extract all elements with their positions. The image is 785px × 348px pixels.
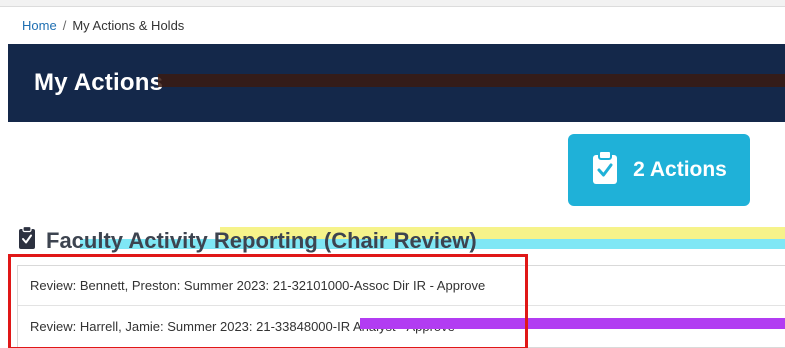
actions-count-label: 2 Actions — [633, 158, 727, 181]
actions-count-card[interactable]: 2 Actions — [568, 134, 750, 206]
page-header: My Actions — [8, 44, 785, 122]
breadcrumb: Home / My Actions & Holds — [22, 18, 184, 33]
breadcrumb-separator: / — [62, 18, 67, 33]
list-item-label: Review: Bennett, Preston: Summer 2023: 2… — [30, 278, 486, 293]
section-title: Faculty Activity Reporting (Chair Review… — [46, 227, 477, 253]
clipboard-check-icon — [591, 149, 619, 191]
list-item[interactable]: Review: Bennett, Preston: Summer 2023: 2… — [18, 266, 785, 306]
actions-list: Review: Bennett, Preston: Summer 2023: 2… — [17, 265, 785, 348]
page-title: My Actions — [34, 69, 164, 96]
clipboard-check-icon — [18, 225, 36, 255]
section-heading: Faculty Activity Reporting (Chair Review… — [18, 225, 477, 255]
top-divider — [0, 0, 785, 7]
breadcrumb-current: My Actions & Holds — [72, 18, 185, 33]
render-artifact — [158, 74, 785, 87]
breadcrumb-home-link[interactable]: Home — [22, 18, 57, 33]
render-artifact — [360, 318, 785, 329]
